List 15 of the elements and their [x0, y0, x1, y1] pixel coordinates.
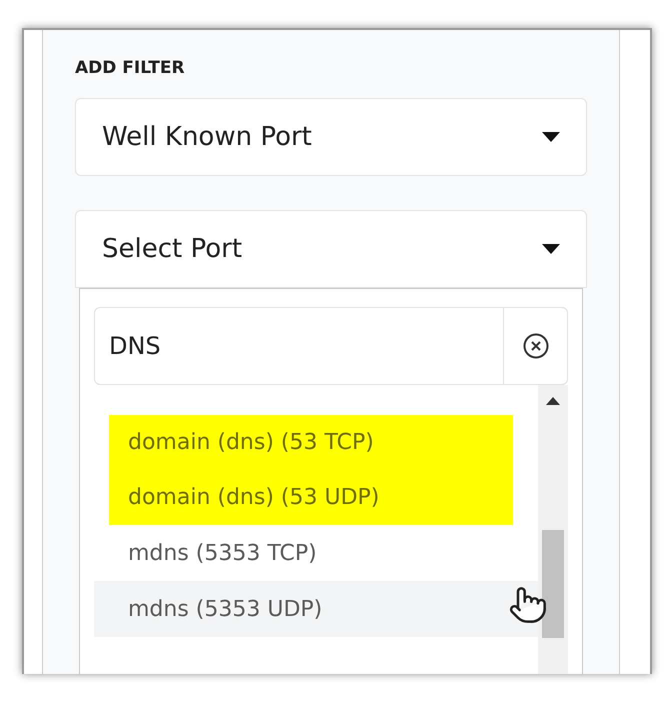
dropdown-option[interactable]: mdns (5353 UDP) — [94, 581, 538, 637]
section-heading: ADD FILTER — [75, 58, 186, 78]
scroll-up-icon[interactable] — [546, 397, 560, 405]
clear-button[interactable] — [504, 307, 568, 385]
dropdown-select[interactable]: Well Known Port — [75, 98, 587, 176]
scrollbar[interactable] — [538, 385, 568, 674]
dropdown-option[interactable]: domain (dns) (53 TCP) — [109, 415, 513, 470]
caret-icon — [542, 244, 560, 254]
search-field[interactable]: DNS — [94, 307, 504, 385]
close-icon — [522, 333, 548, 359]
hand-cursor-icon — [508, 585, 548, 625]
dropdown-option[interactable]: domain (dns) (53 UDP) — [109, 470, 513, 525]
dropdown-select[interactable]: Select Port — [75, 210, 587, 288]
caret-icon — [542, 132, 560, 142]
scrollbar-thumb[interactable] — [542, 530, 564, 638]
